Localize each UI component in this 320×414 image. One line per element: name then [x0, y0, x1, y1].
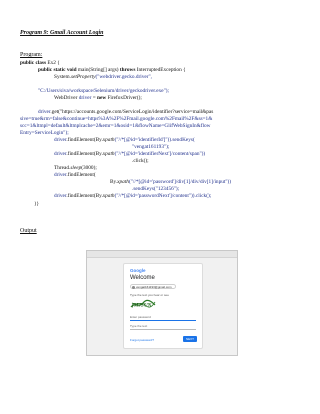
code-line: Entry=ServiceLogin");	[20, 130, 69, 136]
browser-toolbar	[87, 251, 237, 258]
code-line: driver.findElement(By.xpath("//*[@id='id…	[54, 137, 195, 143]
captcha-image: fMJSUN	[130, 298, 156, 310]
code-line: driver.findElement(	[54, 172, 96, 178]
code-line: scc=1&ltmpl=default&ltmplcache=2&emr=1&o…	[20, 123, 211, 129]
account-email: vengat161193@gmail.com	[136, 285, 172, 289]
code-line: public static void main(String[] args) t…	[38, 67, 186, 73]
code-line: sive=true&rm=false&continue=https%3A%2F%…	[20, 116, 213, 122]
code-line: }}	[34, 201, 40, 207]
code-line: Thread.sleep(3000);	[54, 165, 97, 171]
avatar-icon	[132, 286, 135, 289]
program-heading: Program 9: Gmail Account Login	[20, 30, 104, 36]
output-screenshot: Google Welcome vengat161193@gmail.com Ty…	[86, 250, 238, 356]
account-chip[interactable]: vengat161193@gmail.com	[130, 284, 176, 289]
svg-text:fMJSUN: fMJSUN	[132, 303, 152, 309]
output-label: Output	[20, 228, 37, 234]
code-line: public class Ex2 {	[20, 60, 60, 66]
code-line: .click();	[132, 158, 149, 164]
code-line: By.xpath("//*[@id='password']/div[1]/div…	[110, 179, 232, 185]
program-label: Program:	[20, 52, 43, 58]
login-card: Google Welcome vengat161193@gmail.com Ty…	[123, 263, 203, 349]
forgot-password-link[interactable]: Forgot password?	[130, 338, 154, 342]
code-line: WebDriver driver = new FirefoxDriver();	[54, 95, 142, 101]
code-line: "C:/Users/siva/workspace/Selenium/driver…	[38, 88, 169, 94]
google-logo: Google	[130, 268, 146, 273]
password-field[interactable]: Enter password	[130, 315, 196, 321]
code-line: "vengat161193");	[132, 144, 170, 150]
welcome-heading: Welcome	[130, 275, 155, 281]
code-line: driver.get("https://accounts.google.com/…	[38, 109, 214, 115]
code-line: System.setProperty("webdriver.gecko.driv…	[54, 74, 153, 80]
code-line: driver.findElement(By.xpath("//*[@id='pa…	[54, 193, 212, 199]
next-button[interactable]: NEXT	[183, 336, 197, 342]
captcha-prompt: Type the text you hear or see	[130, 293, 169, 297]
captcha-field[interactable]: Type the text	[130, 324, 196, 330]
code-line: driver.findElement(By.xpath("//*[@id='id…	[54, 151, 206, 157]
code-line: .sendKeys("123456");	[132, 186, 180, 192]
